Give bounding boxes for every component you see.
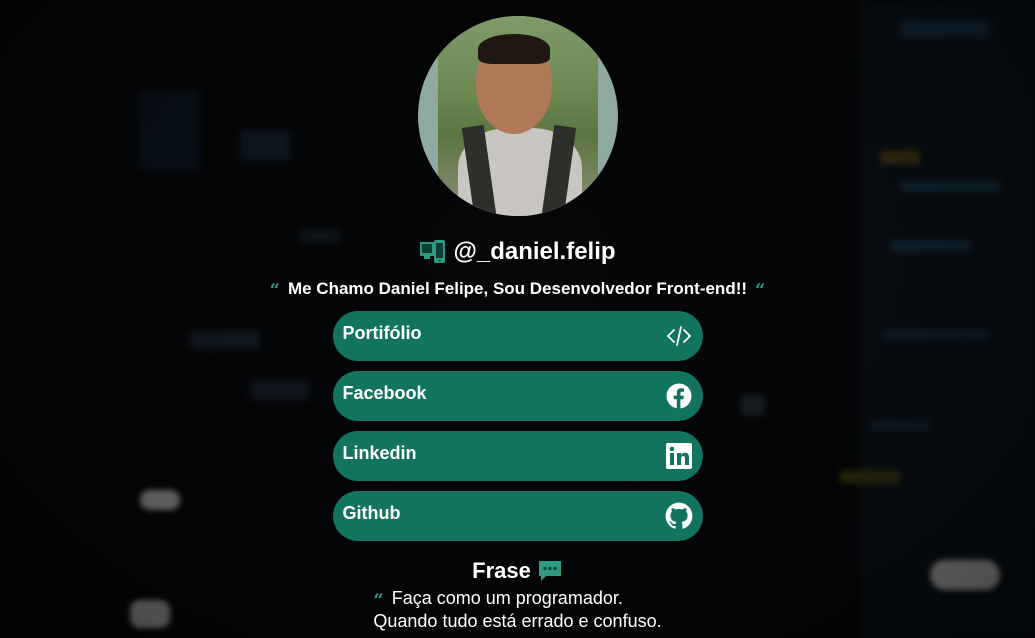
link-label: Linkedin — [342, 442, 417, 463]
quote-open-icon: “ — [373, 589, 384, 611]
link-label: Facebook — [342, 382, 427, 403]
quote-section-title: Frase — [472, 557, 563, 585]
quote-section-title-text: Frase — [472, 558, 531, 583]
quote-close-icon: “ — [755, 280, 766, 301]
chat-icon — [538, 561, 561, 581]
handle-text: @_daniel.felip — [453, 238, 616, 265]
quote-line-2: Quando tudo está errado e confuso. — [373, 611, 662, 631]
profile-handle: @_daniel.felip — [419, 237, 616, 267]
portfolio-link-button[interactable]: Portifólio — [332, 311, 703, 361]
linkedin-icon — [665, 442, 693, 470]
linkedin-link-button[interactable]: Linkedin — [332, 431, 703, 481]
github-icon — [665, 502, 693, 530]
code-icon — [665, 322, 693, 350]
devices-icon — [420, 240, 446, 263]
link-label: Portifólio — [342, 322, 422, 343]
link-label: Github — [342, 502, 401, 523]
profile-page: @_daniel.felip “ Me Chamo Daniel Felipe,… — [0, 0, 1035, 638]
link-list: Portifólio Facebook Linkedin Github — [332, 311, 703, 541]
github-link-button[interactable]: Github — [332, 491, 703, 541]
quote-open-icon: “ — [269, 280, 280, 301]
avatar — [417, 16, 618, 216]
quote-text: “ Faça como um programador. Quando tudo … — [373, 587, 661, 633]
bio-text: Me Chamo Daniel Felipe, Sou Desenvolvedo… — [287, 279, 748, 298]
facebook-link-button[interactable]: Facebook — [332, 371, 703, 421]
quote-line-1: Faça como um programador. — [391, 588, 623, 608]
bio: “ Me Chamo Daniel Felipe, Sou Desenvolve… — [270, 275, 766, 303]
facebook-icon — [665, 382, 693, 410]
